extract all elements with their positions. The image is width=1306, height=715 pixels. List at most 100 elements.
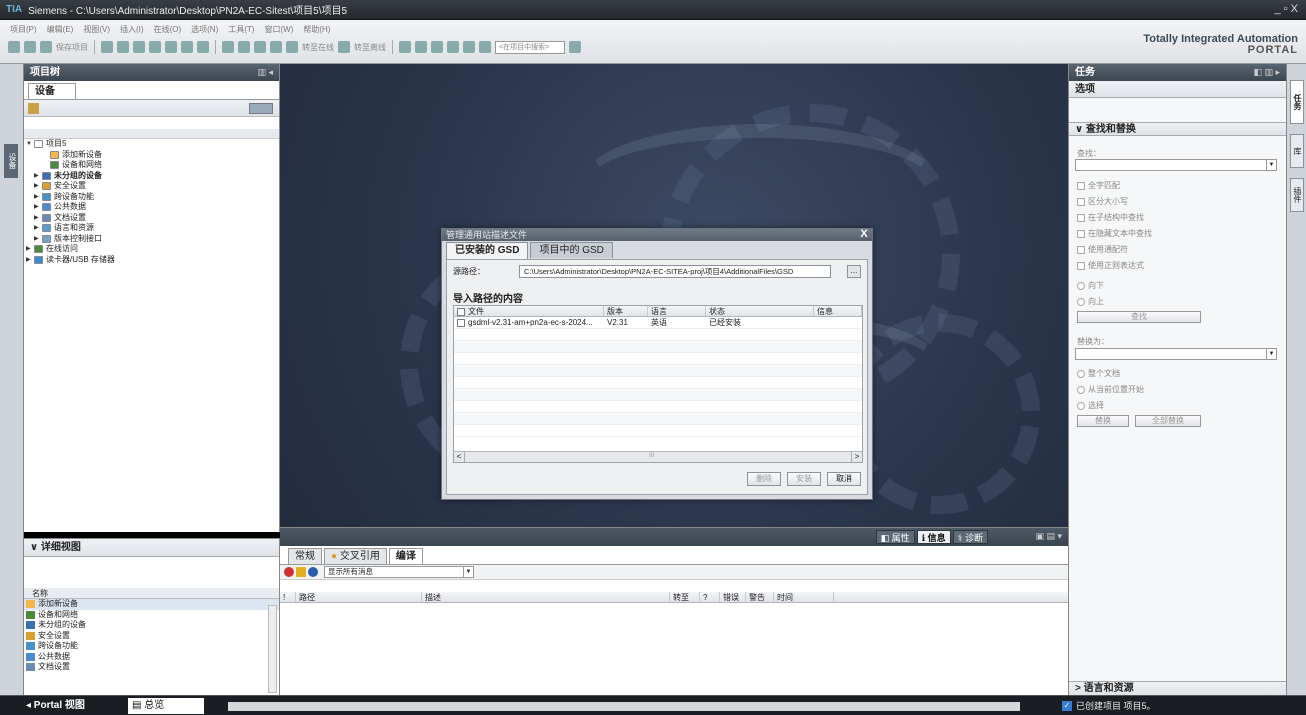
column-info[interactable]: 信息 bbox=[814, 306, 862, 316]
tab-info[interactable]: ℹ 信息 bbox=[916, 530, 951, 544]
tree-item[interactable]: ▶ 读卡器/USB 存储器 bbox=[24, 255, 279, 266]
column-version[interactable]: 版本 bbox=[604, 306, 648, 316]
collapse-icon[interactable]: ▥ ◂ bbox=[257, 64, 273, 81]
search-icon[interactable] bbox=[569, 41, 581, 53]
devices-side-tab[interactable]: 设备 bbox=[4, 144, 18, 178]
chevron-right-icon[interactable]: ▶ bbox=[34, 234, 42, 245]
inspector-collapse-icon[interactable]: ▣ ▤ ▾ bbox=[1035, 531, 1062, 542]
compile-icon[interactable] bbox=[222, 41, 234, 53]
save-project-button[interactable]: 保存项目 bbox=[56, 42, 88, 53]
error-filter-icon[interactable] bbox=[284, 567, 294, 577]
addins-side-tab[interactable]: 插件 bbox=[1290, 178, 1304, 212]
cut-icon[interactable] bbox=[117, 41, 129, 53]
delete-icon[interactable] bbox=[165, 41, 177, 53]
cross-icon[interactable] bbox=[447, 41, 459, 53]
menu-item[interactable]: 插入(I) bbox=[120, 24, 144, 35]
install-button[interactable]: 安装 bbox=[787, 472, 821, 486]
libraries-side-tab[interactable]: 库 bbox=[1290, 134, 1304, 168]
chevron-right-icon[interactable]: ▶ bbox=[34, 213, 42, 224]
menu-item[interactable]: 工具(T) bbox=[228, 24, 254, 35]
split-horizontal-icon[interactable] bbox=[463, 41, 475, 53]
go-offline-icon[interactable] bbox=[338, 41, 350, 53]
list-item[interactable]: 未分组的设备 bbox=[24, 620, 279, 631]
tasks-side-tab[interactable]: 任务 bbox=[1290, 80, 1304, 124]
find-replace-header[interactable]: ∨ 查找和替换 bbox=[1069, 122, 1286, 136]
column-path[interactable]: 路径 bbox=[296, 592, 422, 602]
simulation-icon[interactable] bbox=[270, 41, 282, 53]
new-project-icon[interactable] bbox=[8, 41, 20, 53]
portal-view-button[interactable]: ◂ Portal 视图 bbox=[26, 698, 85, 714]
menu-item[interactable]: 编辑(E) bbox=[47, 24, 74, 35]
tree-item[interactable]: ▶ 语言和资源 bbox=[24, 223, 279, 234]
menu-item[interactable]: 视图(V) bbox=[83, 24, 110, 35]
column-file[interactable]: 文件 bbox=[454, 306, 604, 316]
column-language[interactable]: 语言 bbox=[648, 306, 706, 316]
chevron-right-icon[interactable]: ▶ bbox=[34, 181, 42, 192]
overview-button[interactable]: ▤ 总览 bbox=[128, 698, 204, 714]
project-search-input[interactable]: <在项目中搜索> bbox=[495, 40, 565, 54]
scroll-thumb[interactable]: III bbox=[649, 453, 654, 459]
view-toggle-icon[interactable] bbox=[249, 103, 273, 114]
info-filter-icon[interactable] bbox=[308, 567, 318, 577]
go-offline-button[interactable]: 转至离线 bbox=[354, 42, 386, 53]
warning-filter-icon[interactable] bbox=[296, 567, 306, 577]
download-icon[interactable] bbox=[238, 41, 250, 53]
stop-cpu-icon[interactable] bbox=[431, 41, 443, 53]
split-vertical-icon[interactable] bbox=[479, 41, 491, 53]
chevron-right-icon[interactable]: ▶ bbox=[34, 171, 42, 182]
tab-installed-gsd[interactable]: 已安装的 GSD bbox=[446, 242, 529, 259]
column-warnings[interactable]: 警告 bbox=[746, 592, 774, 602]
list-item[interactable]: 添加新设备 bbox=[24, 599, 279, 610]
tab-project-gsd[interactable]: 项目中的 GSD bbox=[530, 242, 613, 258]
select-all-checkbox[interactable] bbox=[457, 307, 465, 316]
window-controls[interactable]: _ ▫ X bbox=[1275, 3, 1298, 15]
tree-item[interactable]: 设备和网络 bbox=[24, 160, 279, 171]
chevron-right-icon[interactable]: ▶ bbox=[34, 223, 42, 234]
find-option-checkbox[interactable]: 区分大小写 bbox=[1077, 196, 1128, 207]
go-online-icon[interactable] bbox=[286, 41, 298, 53]
column-time[interactable]: 时间 bbox=[774, 592, 834, 602]
save-icon[interactable] bbox=[40, 41, 52, 53]
menu-item[interactable]: 选项(N) bbox=[191, 24, 218, 35]
undo-icon[interactable] bbox=[181, 41, 193, 53]
replace-button[interactable]: 替换 bbox=[1077, 415, 1129, 427]
scope-from-current-radio[interactable]: 从当前位置开始 bbox=[1077, 384, 1144, 395]
list-item[interactable]: 文档设置 bbox=[24, 662, 279, 673]
list-item[interactable]: 设备和网络 bbox=[24, 610, 279, 621]
accessible-devices-icon[interactable] bbox=[399, 41, 411, 53]
scroll-left-icon[interactable]: < bbox=[454, 452, 465, 462]
chevron-right-icon[interactable]: ▶ bbox=[34, 192, 42, 203]
paste-icon[interactable] bbox=[149, 41, 161, 53]
tree-item[interactable]: ▶ 版本控制接口 bbox=[24, 234, 279, 245]
tree-item[interactable]: 添加新设备 bbox=[24, 150, 279, 161]
find-option-checkbox[interactable]: 使用正则表达式 bbox=[1077, 260, 1144, 271]
open-project-icon[interactable] bbox=[24, 41, 36, 53]
column-goto[interactable]: 转至 bbox=[670, 592, 700, 602]
menu-item[interactable]: 项目(P) bbox=[10, 24, 37, 35]
column-errors[interactable]: 错误 bbox=[720, 592, 746, 602]
redo-icon[interactable] bbox=[197, 41, 209, 53]
chevron-down-icon[interactable]: ▼ bbox=[26, 139, 34, 150]
list-item[interactable]: 公共数据 bbox=[24, 652, 279, 663]
tab-diagnostics[interactable]: ⚕ 诊断 bbox=[952, 530, 988, 544]
task-pane-collapse-icon[interactable]: ◧ ▥ ▸ bbox=[1253, 64, 1280, 81]
tab-properties[interactable]: ◧ 属性 bbox=[875, 530, 915, 544]
column-help[interactable]: ? bbox=[700, 592, 720, 602]
list-item[interactable]: 安全设置 bbox=[24, 631, 279, 642]
detail-name-column[interactable]: 名称 bbox=[24, 588, 279, 599]
go-online-button[interactable]: 转至在线 bbox=[302, 42, 334, 53]
scope-selection-radio[interactable]: 选择 bbox=[1077, 400, 1104, 411]
direction-down-radio[interactable]: 向下 bbox=[1077, 280, 1104, 291]
replace-all-button[interactable]: 全部替换 bbox=[1135, 415, 1201, 427]
menu-item[interactable]: 在线(O) bbox=[154, 24, 182, 35]
scroll-right-icon[interactable]: > bbox=[851, 452, 862, 462]
table-row[interactable]: gsdml-v2.31-am+pn2a-ec-s-2024... V2.31 英… bbox=[454, 317, 862, 329]
cancel-button[interactable]: 取消 bbox=[827, 472, 861, 486]
print-icon[interactable] bbox=[101, 41, 113, 53]
tree-item[interactable]: ▶ 在线访问 bbox=[24, 244, 279, 255]
find-option-checkbox[interactable]: 在隐藏文本中查找 bbox=[1077, 228, 1152, 239]
chevron-right-icon[interactable]: ▶ bbox=[26, 244, 34, 255]
language-resources-header[interactable]: > 语言和资源 bbox=[1069, 681, 1287, 695]
find-button[interactable]: 查找 bbox=[1077, 311, 1201, 323]
close-icon[interactable]: X bbox=[858, 229, 870, 240]
